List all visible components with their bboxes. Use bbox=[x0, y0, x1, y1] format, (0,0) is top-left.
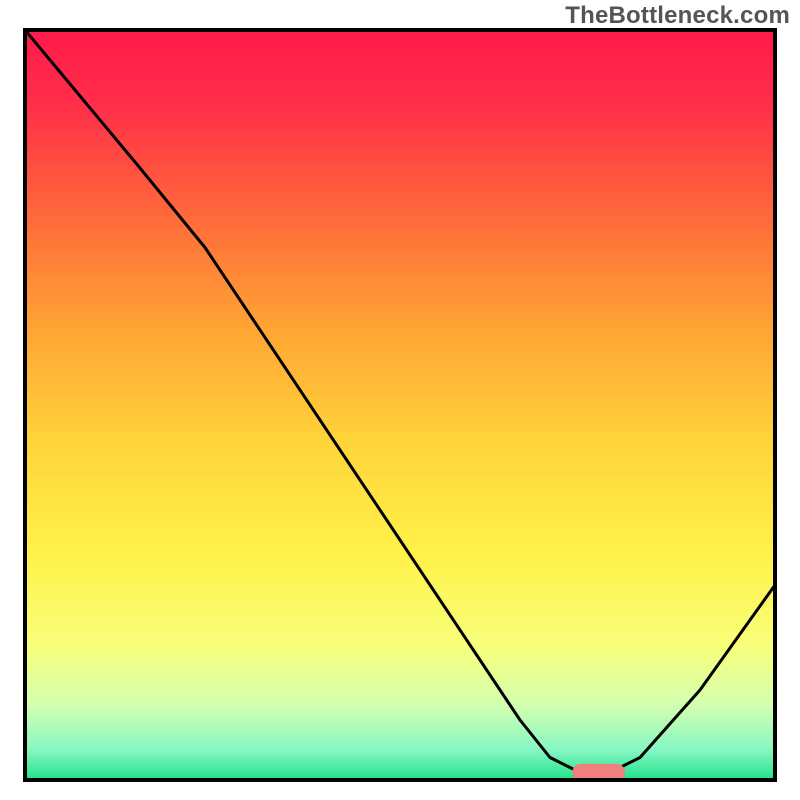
bottleneck-chart bbox=[0, 0, 800, 800]
plot-area bbox=[25, 30, 775, 781]
gradient-background bbox=[25, 30, 775, 780]
chart-container: { "watermark": "TheBottleneck.com", "cha… bbox=[0, 0, 800, 800]
